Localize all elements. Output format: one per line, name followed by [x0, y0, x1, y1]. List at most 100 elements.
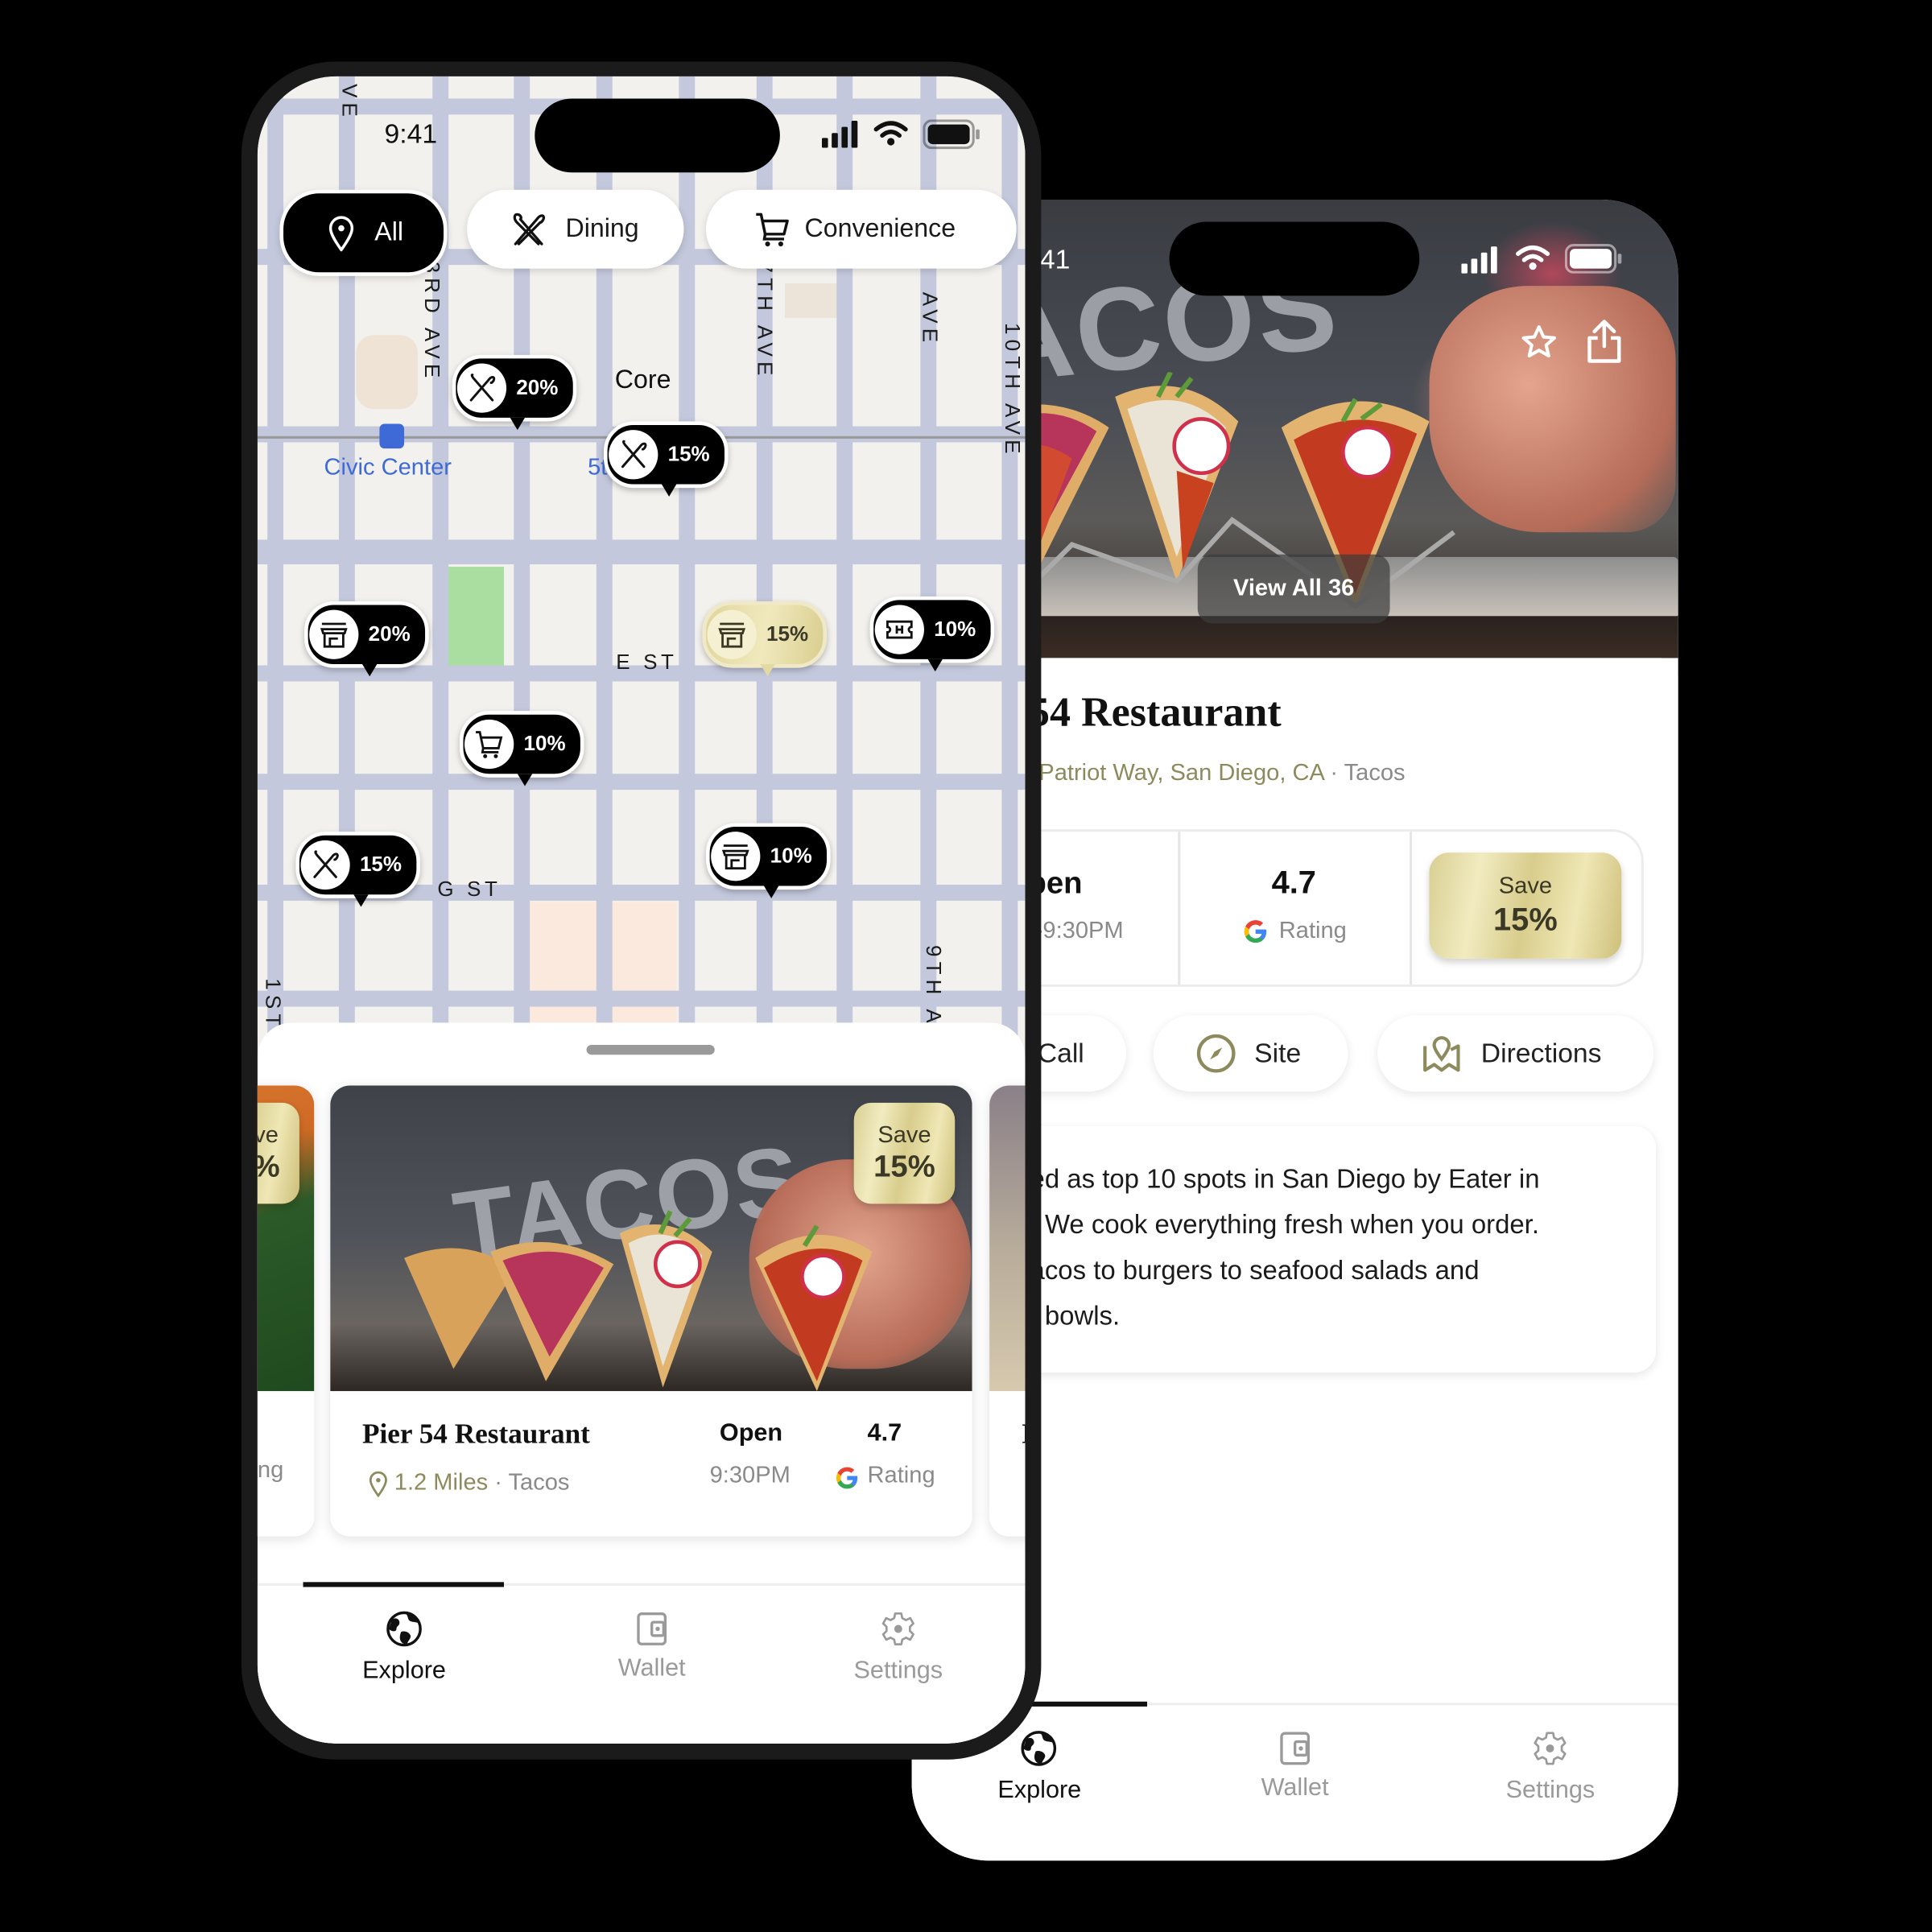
utensils-icon: [300, 840, 350, 890]
map-marker-ticket[interactable]: 10%: [869, 596, 995, 672]
street-label: 9TH A: [921, 944, 945, 1028]
restaurant-description-card: [960, 1125, 1657, 1373]
tab-settings-label: Settings: [853, 1657, 943, 1685]
map-street: [257, 990, 1026, 1007]
place-card-next[interactable]: I: [989, 1085, 1026, 1537]
dynamic-island: [535, 98, 780, 173]
rating-label: Rating: [1278, 918, 1347, 944]
tab-wallet-label: Wallet: [617, 1654, 686, 1682]
marker-discount: 15%: [667, 442, 710, 466]
tab-explore-label: Explore: [997, 1777, 1082, 1804]
status-time: 41: [1039, 244, 1071, 275]
dynamic-island: [1169, 221, 1420, 296]
tab-settings[interactable]: Settings: [1422, 1705, 1678, 1860]
map-marker-dining[interactable]: 15%: [295, 832, 420, 907]
map-marker-store[interactable]: 10%: [706, 823, 831, 898]
favorite-star-icon[interactable]: [1519, 323, 1558, 362]
place-card-name: Pier 54 Restaurant: [361, 1418, 590, 1449]
map-marker-dining[interactable]: 15%: [603, 421, 729, 497]
map-marker-convenience[interactable]: 10%: [459, 711, 584, 786]
filter-chip-all[interactable]: All: [279, 189, 448, 276]
marker-discount: 20%: [516, 375, 559, 399]
open-hours: -9:30PM: [1034, 918, 1124, 944]
storefront-icon: [309, 609, 359, 659]
restaurant-subtitle: Patriot Way, San Diego, CA · Tacos: [1038, 760, 1405, 787]
map-marker-store[interactable]: 20%: [304, 601, 429, 677]
map-pin-icon: [328, 216, 354, 252]
filter-chip-dining-label: Dining: [565, 214, 639, 243]
restaurant-address[interactable]: Patriot Way, San Diego, CA: [1038, 760, 1323, 786]
separator-dot: ·: [1330, 760, 1344, 786]
street-label: E ST: [616, 650, 678, 675]
call-label: Call: [1037, 1037, 1084, 1069]
tab-settings[interactable]: Settings: [775, 1586, 1022, 1744]
place-label-civic-center[interactable]: Civic Center: [324, 455, 452, 482]
info-divider: [1410, 832, 1413, 985]
place-card-meta: 1.2 Miles · Tacos: [394, 1470, 570, 1497]
place-card-meta: ng: [257, 1457, 284, 1484]
tab-wallet[interactable]: Wallet: [529, 1586, 775, 1744]
cart-icon: [756, 213, 789, 247]
marker-pointer: [760, 663, 775, 677]
map-view[interactable]: VE 3RD AVE 7TH AVE AVE 10TH AVE E ST G S…: [257, 76, 1026, 1038]
filter-chip-convenience-label: Convenience: [804, 214, 956, 243]
place-card-image: [989, 1085, 1026, 1392]
map-pin-icon: [369, 1471, 387, 1497]
marker-discount: 10%: [934, 617, 976, 641]
map-marker-dining[interactable]: 20%: [452, 354, 577, 431]
street-label: VE: [337, 84, 361, 122]
place-card-pier-54[interactable]: TACOS Save 15% Pier 54 Restaurant 1.2 Mi…: [330, 1085, 972, 1537]
map-explore-phone: VE 3RD AVE 7TH AVE AVE 10TH AVE E ST G S…: [257, 76, 1026, 1744]
marker-discount: 20%: [368, 621, 411, 646]
directions-button[interactable]: Directions: [1377, 1015, 1654, 1092]
street-label: AVE: [918, 291, 942, 348]
sheet-drag-handle[interactable]: [586, 1044, 715, 1055]
filter-chip-dining[interactable]: Dining: [467, 189, 684, 269]
map-marker-store-selected[interactable]: 15%: [702, 601, 828, 677]
filter-chip-all-label: All: [374, 217, 404, 247]
restaurant-name: r 54 Restaurant: [1000, 690, 1282, 736]
utensils-icon: [456, 363, 507, 413]
bottom-tab-bar: Explore Wallet Settings: [911, 1701, 1678, 1861]
marker-discount: 10%: [770, 844, 812, 868]
building-footprint: [784, 283, 844, 318]
place-card-hours: 9:30PM: [709, 1462, 791, 1488]
marker-pointer: [353, 894, 369, 907]
storefront-icon: [707, 609, 757, 659]
map-street: [257, 539, 1026, 565]
save-value: 15%: [1493, 900, 1558, 938]
cart-icon: [464, 719, 514, 770]
place-label-core: Core: [614, 365, 671, 394]
marketing-composite: TACOS 41 View All 36 r 54 Restaurant Pat…: [0, 0, 1932, 1932]
save-discount-badge: ve %: [257, 1102, 299, 1204]
save-label: Save: [1498, 873, 1553, 899]
marker-pointer: [927, 658, 943, 672]
tab-explore[interactable]: Explore: [258, 1586, 551, 1744]
battery-icon: [923, 119, 980, 150]
marker-discount: 15%: [359, 852, 402, 877]
site-button[interactable]: Site: [1153, 1015, 1348, 1092]
place-card-rating-label: Rating: [867, 1462, 935, 1488]
share-icon[interactable]: [1584, 318, 1624, 365]
view-all-label: View All 36: [1232, 575, 1355, 601]
save-discount-badge[interactable]: Save 15%: [1429, 852, 1622, 959]
google-g-icon: [836, 1467, 858, 1489]
storefront-icon: [711, 832, 761, 881]
place-card-previous[interactable]: ve % ng: [257, 1085, 315, 1537]
wallet-icon: [1280, 1732, 1310, 1765]
tab-settings-label: Settings: [1505, 1777, 1596, 1804]
transit-station-icon[interactable]: [379, 423, 405, 449]
map-street: [257, 774, 1026, 791]
restaurant-info-box: pen -9:30PM 4.7 Rating Save 15%: [985, 829, 1644, 988]
globe-icon: [1020, 1731, 1056, 1766]
street-label: G ST: [437, 877, 502, 901]
view-all-photos-button[interactable]: View All 36: [1197, 554, 1390, 624]
place-card-rating: 4.7: [867, 1419, 902, 1447]
marker-pointer: [661, 484, 677, 497]
tab-wallet[interactable]: Wallet: [1167, 1705, 1422, 1860]
description-line: We cook everything fresh when you order.: [1044, 1210, 1539, 1240]
description-line: ted as top 10 spots in San Diego by Eate…: [1022, 1164, 1540, 1195]
info-divider: [1178, 832, 1181, 985]
filter-chip-convenience[interactable]: Convenience: [706, 189, 1017, 269]
place-card-status: Open: [719, 1419, 783, 1447]
